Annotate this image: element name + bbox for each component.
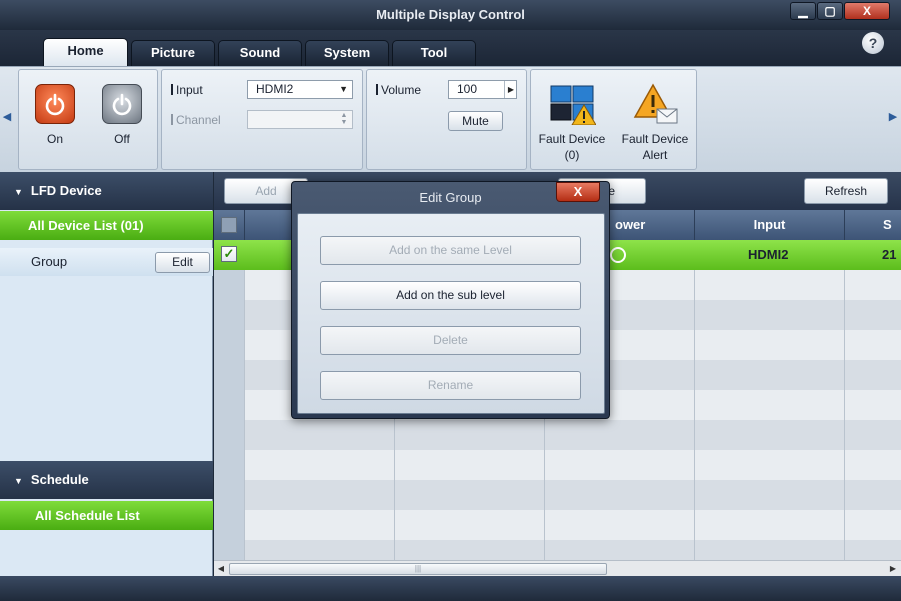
fault-alert-label-line2: Alert xyxy=(642,148,668,162)
chevron-right-icon: ▶ xyxy=(503,81,514,98)
volume-stepper[interactable]: 100 ▶ xyxy=(448,80,517,99)
select-all-checkbox[interactable] xyxy=(221,217,237,233)
channel-stepper[interactable]: ▲ ▼ xyxy=(247,110,353,129)
title-bar: Multiple Display Control ▁ ▢ X xyxy=(0,0,901,30)
table-row xyxy=(214,480,901,510)
row-input-cell: HDMI2 xyxy=(748,247,789,262)
delete-group-button[interactable]: Delete xyxy=(320,326,581,355)
fault-device-count: (0) xyxy=(564,148,580,162)
all-device-list-item[interactable]: All Device List (01) xyxy=(0,211,213,240)
lfd-device-header[interactable]: ▼ LFD Device xyxy=(0,172,213,210)
tab-picture[interactable]: Picture xyxy=(131,40,215,66)
channel-label: Channel xyxy=(171,113,221,127)
status-bar xyxy=(0,576,901,601)
power-icon xyxy=(45,93,65,116)
left-panel: ▼ LFD Device All Device List (01) Group E… xyxy=(0,172,213,576)
table-row xyxy=(214,450,901,480)
power-icon xyxy=(112,93,132,116)
input-label: Input xyxy=(171,83,203,97)
ribbon-scroll-left-icon[interactable]: ◀ xyxy=(1,105,13,129)
fault-alert-label-line1: Fault Device xyxy=(621,132,689,146)
mute-button[interactable]: Mute xyxy=(448,111,503,131)
fault-device-button[interactable] xyxy=(550,85,597,126)
edit-group-dialog: Edit Group X Add on the same Level Add o… xyxy=(291,181,610,419)
horizontal-scrollbar[interactable]: ◀ ||| ▶ xyxy=(214,560,901,576)
close-window-button[interactable]: X xyxy=(844,2,890,20)
collapse-triangle-icon: ▼ xyxy=(14,476,23,486)
scroll-left-icon[interactable]: ◀ xyxy=(215,562,227,576)
tab-home[interactable]: Home xyxy=(43,38,128,66)
ribbon-scroll-right-icon[interactable]: ▶ xyxy=(887,105,899,129)
volume-value: 100 xyxy=(457,82,478,96)
add-same-level-button[interactable]: Add on the same Level xyxy=(320,236,581,265)
volume-label: Volume xyxy=(376,83,421,97)
table-row xyxy=(214,510,901,540)
tab-strip: Home Picture Sound System Tool xyxy=(0,30,901,66)
maximize-button[interactable]: ▢ xyxy=(817,2,843,20)
dialog-close-button[interactable]: X xyxy=(556,182,600,202)
tab-sound[interactable]: Sound xyxy=(218,40,302,66)
rename-group-button[interactable]: Rename xyxy=(320,371,581,400)
power-on-label: On xyxy=(46,132,63,146)
window-title: Multiple Display Control xyxy=(376,7,525,22)
power-status-icon xyxy=(610,247,626,263)
schedule-header[interactable]: ▼ Schedule xyxy=(0,461,213,499)
fault-device-label: Fault Device xyxy=(538,132,606,146)
chevron-down-icon: ▼ xyxy=(339,84,348,94)
power-on-button[interactable] xyxy=(35,84,75,124)
row-next-cell: 21 xyxy=(882,247,897,262)
checkbox-column xyxy=(214,270,244,560)
row-checkbox[interactable]: ✓ xyxy=(221,246,237,262)
minimize-button[interactable]: ▁ xyxy=(790,2,816,20)
input-select-value: HDMI2 xyxy=(256,82,294,96)
warning-mail-icon xyxy=(633,83,678,124)
collapse-triangle-icon: ▼ xyxy=(14,187,23,197)
dialog-body: Add on the same Level Add on the sub lev… xyxy=(297,213,605,414)
all-schedule-list-item[interactable]: All Schedule List xyxy=(0,501,213,530)
add-sub-level-button[interactable]: Add on the sub level xyxy=(320,281,581,310)
power-off-button[interactable] xyxy=(102,84,142,124)
column-divider xyxy=(244,270,245,560)
edit-group-button[interactable]: Edit xyxy=(155,252,210,273)
tab-system[interactable]: System xyxy=(305,40,389,66)
help-icon[interactable]: ? xyxy=(862,32,884,54)
scroll-right-icon[interactable]: ▶ xyxy=(887,562,899,576)
spin-arrows-icon: ▲ ▼ xyxy=(340,112,348,126)
input-select[interactable]: HDMI2 ▼ xyxy=(247,80,353,99)
power-off-label: Off xyxy=(114,132,130,146)
column-divider xyxy=(694,270,695,560)
fault-device-icon xyxy=(550,85,597,126)
scrollbar-thumb[interactable]: ||| xyxy=(229,563,607,575)
refresh-button[interactable]: Refresh xyxy=(804,178,888,204)
table-row xyxy=(214,540,901,560)
column-divider xyxy=(844,270,845,560)
column-header-next[interactable]: S xyxy=(844,210,901,240)
select-all-header[interactable] xyxy=(214,210,244,240)
column-header-input[interactable]: Input xyxy=(694,210,844,240)
tab-tool[interactable]: Tool xyxy=(392,40,476,66)
fault-device-alert-button[interactable] xyxy=(633,83,679,127)
table-row xyxy=(214,420,901,450)
